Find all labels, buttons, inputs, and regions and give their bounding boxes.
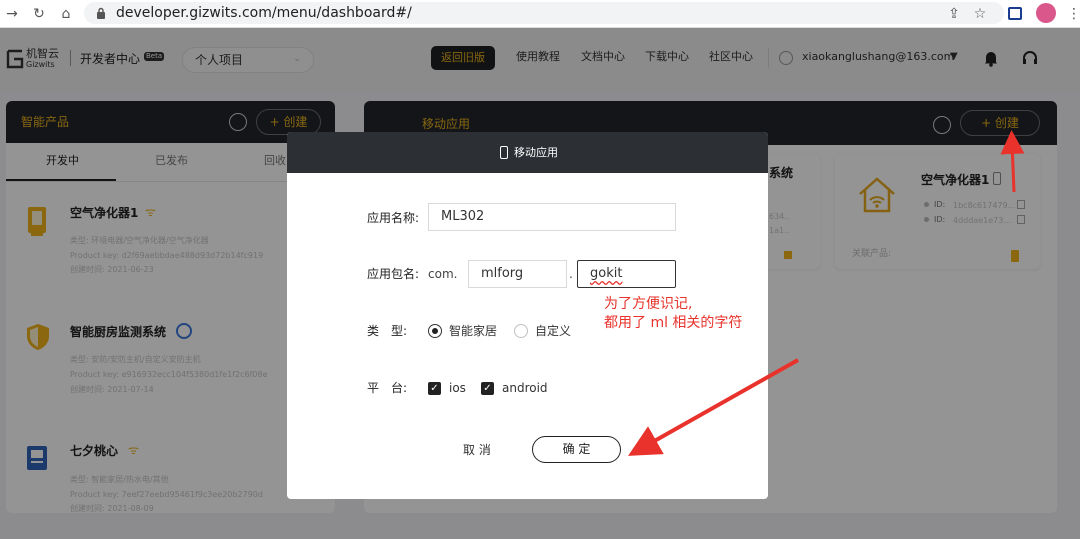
annotation-arrow-confirm xyxy=(628,358,799,456)
annotation-arrows xyxy=(628,130,1025,456)
annotation-arrow-create xyxy=(1000,130,1025,193)
